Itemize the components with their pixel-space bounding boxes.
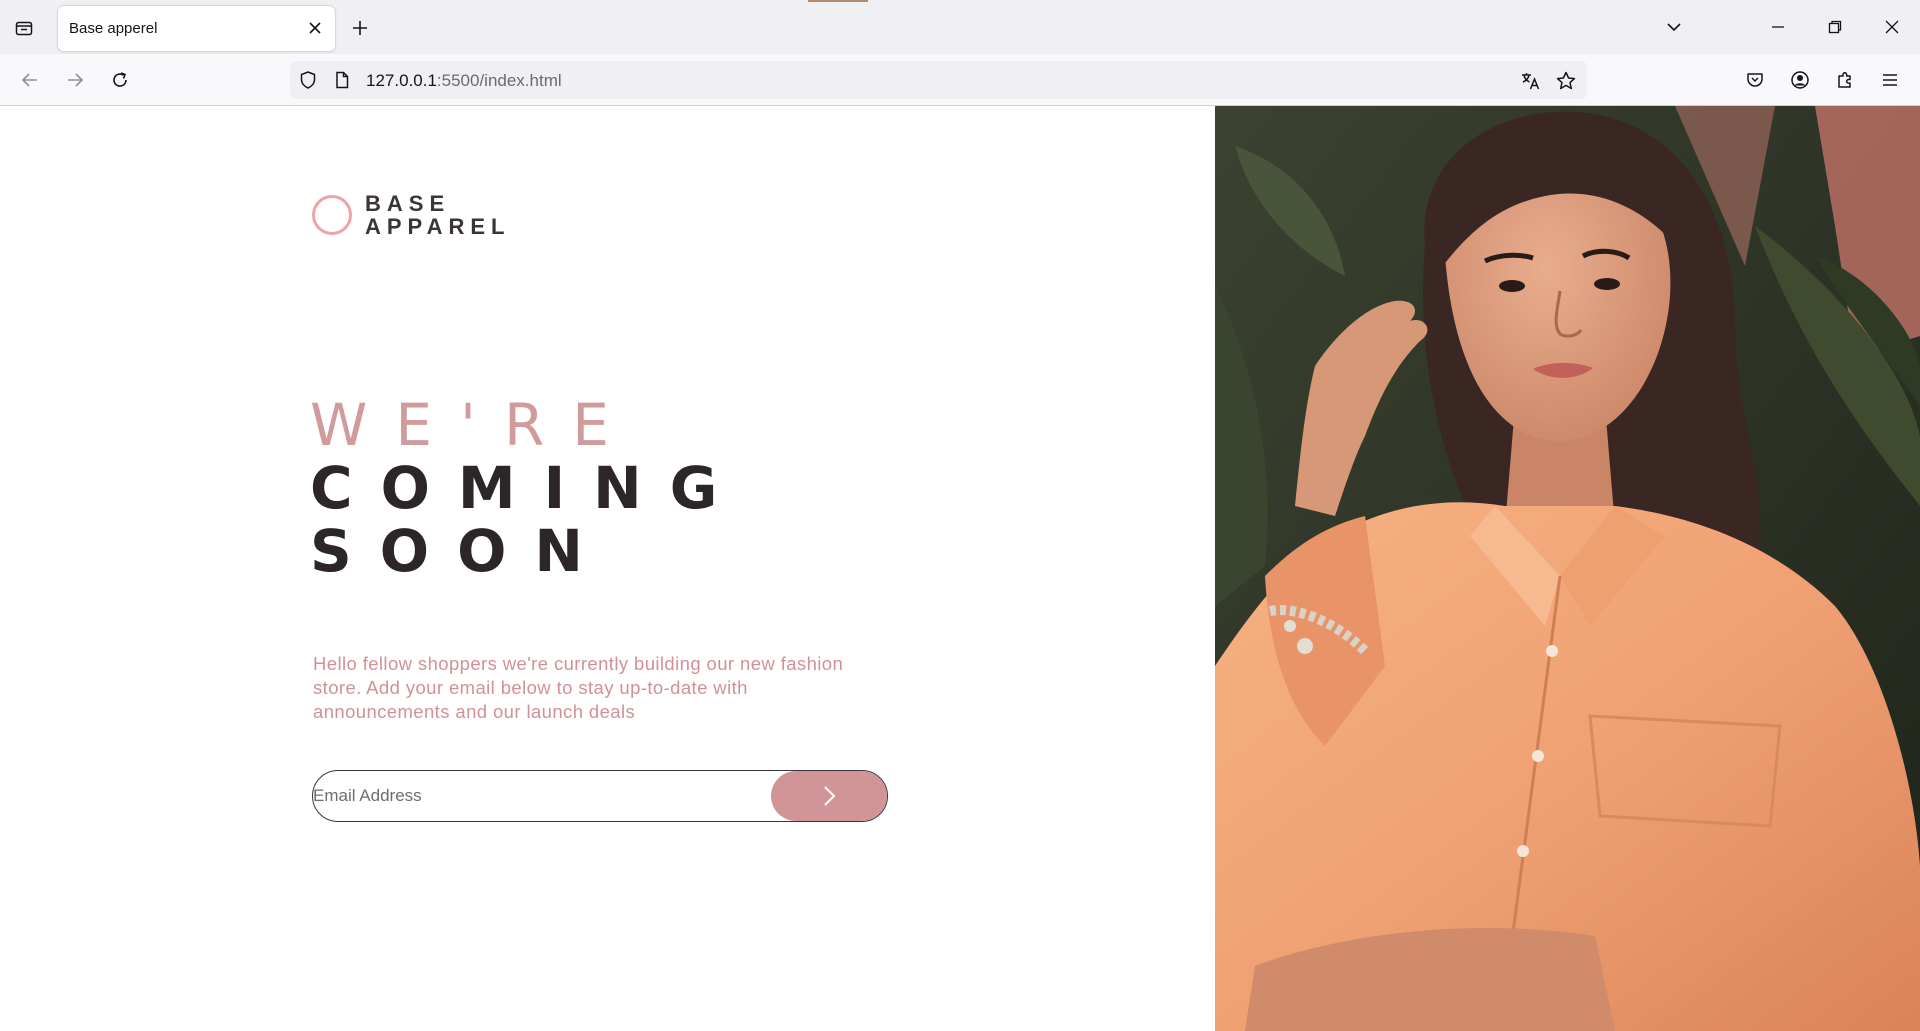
close-icon[interactable] <box>305 18 325 38</box>
url-host: 127.0.0.1 <box>366 71 437 90</box>
plus-icon[interactable] <box>346 14 374 42</box>
email-field[interactable] <box>313 771 773 821</box>
url-text[interactable]: 127.0.0.1:5500/index.html <box>366 71 562 91</box>
tab-active[interactable]: Base apperel <box>58 6 335 51</box>
hero-image <box>1215 106 1920 1031</box>
logo-line-2: APPAREL <box>365 214 511 239</box>
intro-text: Hello fellow shoppers we're currently bu… <box>313 653 844 722</box>
logo-text: BASE APPAREL <box>365 192 511 238</box>
pocket-icon[interactable] <box>1741 66 1769 94</box>
minimize-icon[interactable] <box>1763 12 1793 42</box>
tab-activity-indicator <box>808 0 868 2</box>
close-icon[interactable] <box>1877 12 1907 42</box>
arrow-left-icon[interactable] <box>16 66 44 94</box>
submit-button[interactable] <box>771 771 887 821</box>
url-path: :5500/index.html <box>436 71 562 90</box>
puzzle-icon[interactable] <box>1831 66 1859 94</box>
headline-dark-1: COMING <box>310 454 746 522</box>
arrow-right-icon[interactable] <box>61 66 89 94</box>
page-icon[interactable] <box>332 70 352 90</box>
account-icon[interactable] <box>1786 66 1814 94</box>
tab-list-icon[interactable] <box>10 14 38 42</box>
chevron-right-icon <box>824 786 836 806</box>
star-icon[interactable] <box>1554 69 1578 93</box>
url-bar[interactable]: 127.0.0.1:5500/index.html <box>290 61 1587 99</box>
chevron-down-icon[interactable] <box>1659 12 1689 42</box>
page-title: WE'RE COMING SOON <box>310 394 745 583</box>
brand-logo[interactable]: BASE APPAREL <box>312 192 511 238</box>
logo-ring-icon <box>312 195 352 235</box>
email-signup-form <box>312 770 888 822</box>
shield-icon[interactable] <box>298 70 318 90</box>
translate-icon[interactable] <box>1519 69 1543 93</box>
page-viewport: BASE APPAREL WE'RE COMING SOON Hello fel… <box>0 106 1920 1031</box>
browser-nav-bar: 127.0.0.1:5500/index.html <box>0 54 1920 106</box>
reload-icon[interactable] <box>106 66 134 94</box>
restore-icon[interactable] <box>1820 12 1850 42</box>
tab-title: Base apperel <box>69 20 158 37</box>
hamburger-icon[interactable] <box>1876 66 1904 94</box>
headline-light: WE'RE <box>310 391 637 459</box>
logo-line-1: BASE <box>365 191 451 216</box>
headline-dark-2: SOON <box>310 517 611 585</box>
browser-tab-bar: Base apperel <box>0 0 1920 54</box>
